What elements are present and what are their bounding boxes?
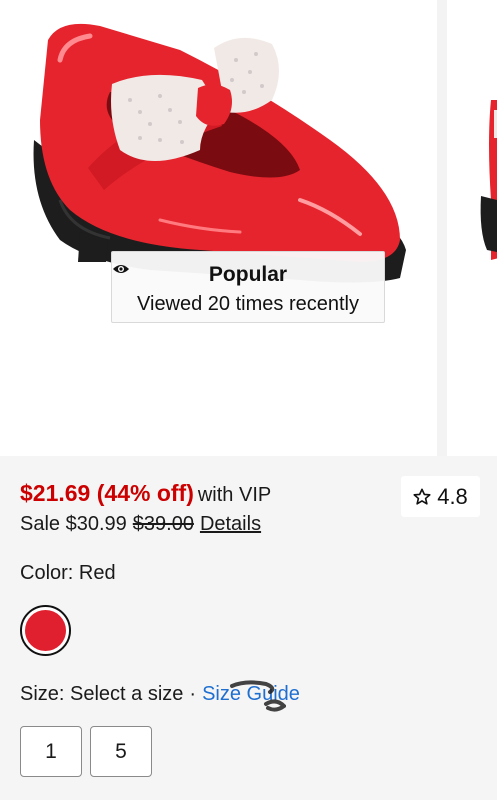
sale-price: Sale $30.99 [20,513,127,535]
eye-icon [113,265,129,273]
popular-view-count: Viewed 20 times recently [137,293,359,315]
rating-value: 4.8 [437,483,468,509]
vip-price: $21.69 (44% off) [20,480,194,506]
vip-label: with VIP [197,484,272,506]
popular-badge: Popular Viewed 20 times recently [111,251,385,323]
color-swatch-red[interactable] [20,605,71,656]
size-option-1[interactable]: 1 [20,726,82,777]
color-swatch-fill [25,610,66,651]
product-image-gallery[interactable]: Popular Viewed 20 times recently [0,0,497,456]
star-outline-icon [413,488,431,505]
popular-badge-title: Popular [112,263,384,287]
next-shoe-image [480,100,497,260]
sale-price-line: Sale $30.99 $39.00 Details [20,513,261,536]
size-separator: · [189,683,197,705]
size-label: Size: Select a size [20,683,184,705]
rating-badge[interactable]: 4.8 [401,476,480,517]
product-image-main[interactable]: Popular Viewed 20 times recently [0,0,437,456]
color-label: Color: Red [20,562,116,584]
popular-label: Popular [208,263,288,286]
vip-price-line: $21.69 (44% off) with VIP [20,480,271,507]
size-option-5[interactable]: 5 [90,726,152,777]
product-image-next[interactable] [447,0,497,456]
price-details-link[interactable]: Details [200,513,261,535]
scribble-mark [230,680,286,712]
original-price: $39.00 [132,513,194,535]
red-mary-jane-shoe-image [33,23,406,283]
